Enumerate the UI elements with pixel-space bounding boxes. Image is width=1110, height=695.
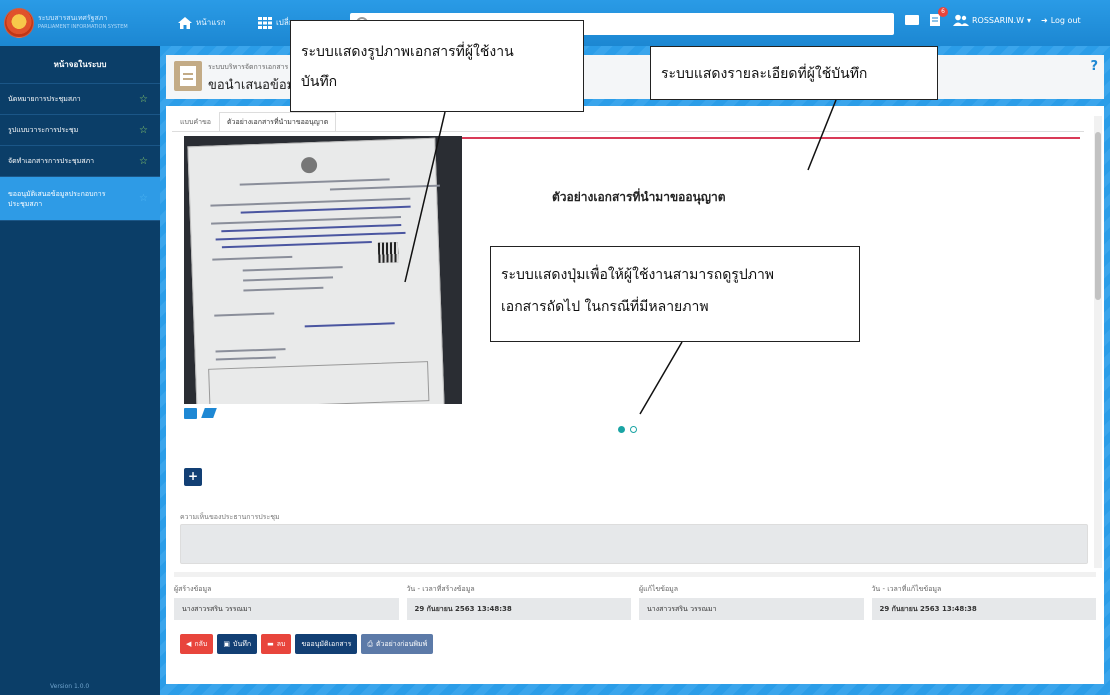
help-icon[interactable]: ? [1090,59,1098,74]
user-menu[interactable]: ROSSARIN.W ▾ [953,14,1031,26]
tab-bar: แบบคำขอ ตัวอย่างเอกสารที่นำมาขออนุญาต [172,112,337,132]
minus-icon: ▬ [267,640,274,648]
delete-button[interactable]: ▬ ลบ [261,634,292,654]
document-image[interactable] [184,136,462,404]
created-by-label: ผู้สร้างข้อมูล [174,585,212,593]
callout-text: ระบบแสดงปุ่มเพื่อให้ผู้ใช้งานสามารถดูรูป… [501,267,775,283]
sidebar-item-label: รูปแบบวาระการประชุม [8,125,79,134]
home-icon [178,16,192,29]
callout-text: ระบบแสดงรูปภาพเอกสารที่ผู้ใช้งาน [301,44,514,60]
sidebar-item-label: ขออนุมัติเสนอข้อมูลประกอบการประชุมสภา [8,189,106,208]
callout-text: เอกสารถัดไป ในกรณีที่มีหลายภาพ [501,299,709,315]
star-icon[interactable]: ☆ [139,94,148,105]
back-button[interactable]: ◀ กลับ [180,634,214,654]
tab-request-form[interactable]: แบบคำขอ [172,112,219,132]
seal-image [300,156,318,174]
carousel-dot-2[interactable] [630,426,637,433]
logout-label: Log out [1050,15,1081,25]
print-preview-button[interactable]: ⎙ ตัวอย่างก่อนพิมพ์ [361,634,434,654]
print-icon: ⎙ [367,639,373,648]
logout-icon: ➜ [1041,15,1048,25]
parliament-emblem-icon [4,8,34,38]
created-by-field: นางสาวรสริน วรรณมา [174,598,399,620]
star-icon[interactable]: ☆ [139,193,148,204]
add-button[interactable]: + [184,468,202,486]
comment-textarea[interactable] [180,524,1088,564]
sidebar-item-label: นัดหมายการประชุมสภา [8,94,81,103]
action-bar: ◀ กลับ ▣ บันทึก ▬ ลบ ขออนุมัติเอกสาร ⎙ ตัวอย… [180,634,434,654]
approve-document-button[interactable]: ขออนุมัติเอกสาร [295,634,358,654]
sidebar: หน้าจอในระบบ นัดหมายการประชุมสภา ☆ รูปแบ… [0,46,160,695]
document-caption: ตัวอย่างเอกสารที่นำมาขออนุญาต [552,190,726,204]
callout-details: ระบบแสดงรายละเอียดที่ผู้ใช้บันทึก [650,46,938,100]
vertical-scrollbar[interactable] [1094,116,1102,568]
image-icon[interactable] [184,408,197,419]
tab-document-sample[interactable]: ตัวอย่างเอกสารที่นำมาขออนุญาต [219,112,337,132]
modified-by-label: ผู้แก้ไขข้อมูล [639,585,679,593]
logo-title: ระบบสารสนเทศรัฐสภา [38,14,108,22]
save-button[interactable]: ▣ บันทึก [217,634,258,654]
username: ROSSARIN.W [972,15,1024,25]
carousel-dot-1[interactable] [618,426,625,433]
caret-down-icon: ▾ [1027,15,1032,25]
record-metadata: ผู้สร้างข้อมูล นางสาวรสริน วรรณมา วัน - … [174,584,1096,620]
home-label: หน้าแรก [196,18,226,27]
callout-document-image: ระบบแสดงรูปภาพเอกสารที่ผู้ใช้งาน บันทึก [290,20,584,112]
sidebar-item-submit-info[interactable]: ขออนุมัติเสนอข้อมูลประกอบการประชุมสภา ☆ [0,177,160,221]
page-subtitle: ระบบบริหารจัดการเอกสาร [208,63,289,71]
sidebar-header: หน้าจอในระบบ [0,46,160,84]
sidebar-item-meeting-schedule[interactable]: นัดหมายการประชุมสภา ☆ [0,84,160,115]
sidebar-item-label: จัดทำเอกสารการประชุมสภา [8,156,95,165]
carousel-indicators [618,426,637,433]
logo-subtitle: PARLIAMENT INFORMATION SYSTEM [38,24,128,30]
star-icon[interactable]: ☆ [139,125,148,136]
mail-icon[interactable] [905,15,919,25]
horizontal-scrollbar[interactable] [174,572,1096,577]
version-label: Version 1.0.0 [50,683,90,690]
qr-code-image [377,242,399,263]
tab-divider [172,131,1084,132]
home-link[interactable]: หน้าแรก [178,16,226,29]
star-icon[interactable]: ☆ [139,156,148,167]
back-arrow-icon: ◀ [186,640,192,648]
users-icon [953,14,969,26]
modified-at-field: 29 กันยายน 2563 13:48:38 [871,598,1096,620]
callout-carousel: ระบบแสดงปุ่มเพื่อให้ผู้ใช้งานสามารถดูรูป… [490,246,860,342]
created-at-label: วัน - เวลาที่สร้างข้อมูล [406,585,475,593]
sidebar-item-meeting-documents[interactable]: จัดทำเอกสารการประชุมสภา ☆ [0,146,160,177]
notification-icon[interactable]: 6 [929,7,948,27]
document-icon [174,61,202,91]
logout-link[interactable]: ➜ Log out [1041,16,1081,25]
notification-badge: 6 [938,7,948,17]
page-title: ขอนำเสนอข้อมูล [208,78,304,93]
modified-by-field: นางสาวรสริน วรรณมา [639,598,864,620]
modified-at-label: วัน - เวลาที่แก้ไขข้อมูล [871,585,942,593]
main-area: ระบบบริหารจัดการเอกสาร ขอนำเสนอข้อมูล ? … [160,46,1110,695]
save-icon: ▣ [223,640,230,648]
app-logo[interactable]: ระบบสารสนเทศรัฐสภา PARLIAMENT INFORMATIO… [4,6,169,40]
content-panel: แบบคำขอ ตัวอย่างเอกสารที่นำมาขออนุญาต ตั… [166,106,1104,684]
grid-icon [258,16,272,29]
created-at-field: 29 กันยายน 2563 13:48:38 [406,598,631,620]
eraser-icon[interactable] [201,408,217,418]
callout-text: บันทึก [301,74,338,90]
section-rule [456,137,1080,139]
comment-label: ความเห็นของประธานการประชุม [180,513,280,521]
sidebar-item-agenda-format[interactable]: รูปแบบวาระการประชุม ☆ [0,115,160,146]
